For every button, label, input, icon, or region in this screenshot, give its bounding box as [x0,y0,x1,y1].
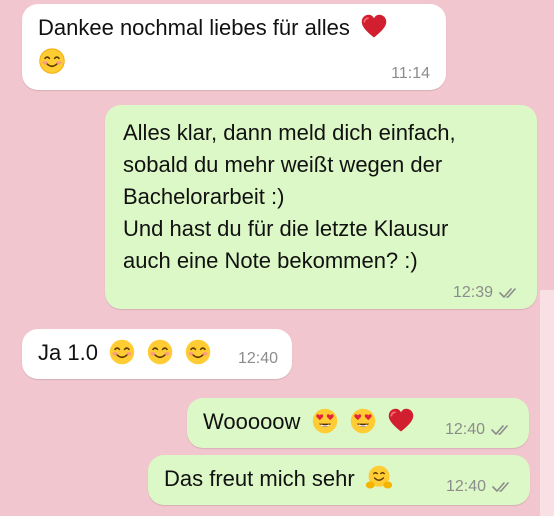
message-text: Ja 1.0 [38,340,98,365]
message-text: Alles klar, dann meld dich einfach, soba… [123,120,456,273]
heart-icon [360,13,388,41]
message-bubble-incoming[interactable]: Ja 1.0 12:40 [22,329,292,379]
message-meta: 12:40 [446,479,514,495]
hugging-face-icon [365,464,393,492]
message-meta: 12:39 [453,285,521,301]
read-ticks-icon [491,423,513,437]
message-meta: 12:40 [238,351,278,367]
smiling-face-icon [146,338,174,366]
smiling-face-icon [184,338,212,366]
message-bubble-outgoing[interactable]: Das freut mich sehr 12:40 [148,455,530,505]
message-time: 12:39 [452,284,493,301]
message-time: 11:14 [391,65,430,82]
heart-eyes-icon [311,407,339,435]
message-time: 12:40 [237,350,278,367]
chat-area: Dankee nochmal liebes für alles 11:14 Al… [0,0,554,516]
scroll-strip[interactable] [539,290,554,516]
emoji-line [38,46,430,78]
message-bubble-outgoing[interactable]: Wooooow 12:40 [187,398,529,448]
message-text: Wooooow [203,409,301,434]
heart-icon [387,407,415,435]
message-bubble-outgoing[interactable]: Alles klar, dann meld dich einfach, soba… [105,105,537,309]
read-ticks-icon [499,286,521,300]
message-text: Das freut mich sehr [164,466,355,491]
message-text: Dankee nochmal liebes für alles [38,15,350,40]
message-time: 12:40 [445,478,486,495]
read-ticks-icon [492,480,514,494]
smiling-face-icon [108,338,136,366]
message-time: 12:40 [444,421,485,438]
message-meta: 12:40 [445,422,513,438]
smiling-face-icon [38,47,66,75]
message-meta: 11:14 [391,66,430,82]
message-bubble-incoming[interactable]: Dankee nochmal liebes für alles 11:14 [22,4,446,90]
heart-eyes-icon [349,407,377,435]
